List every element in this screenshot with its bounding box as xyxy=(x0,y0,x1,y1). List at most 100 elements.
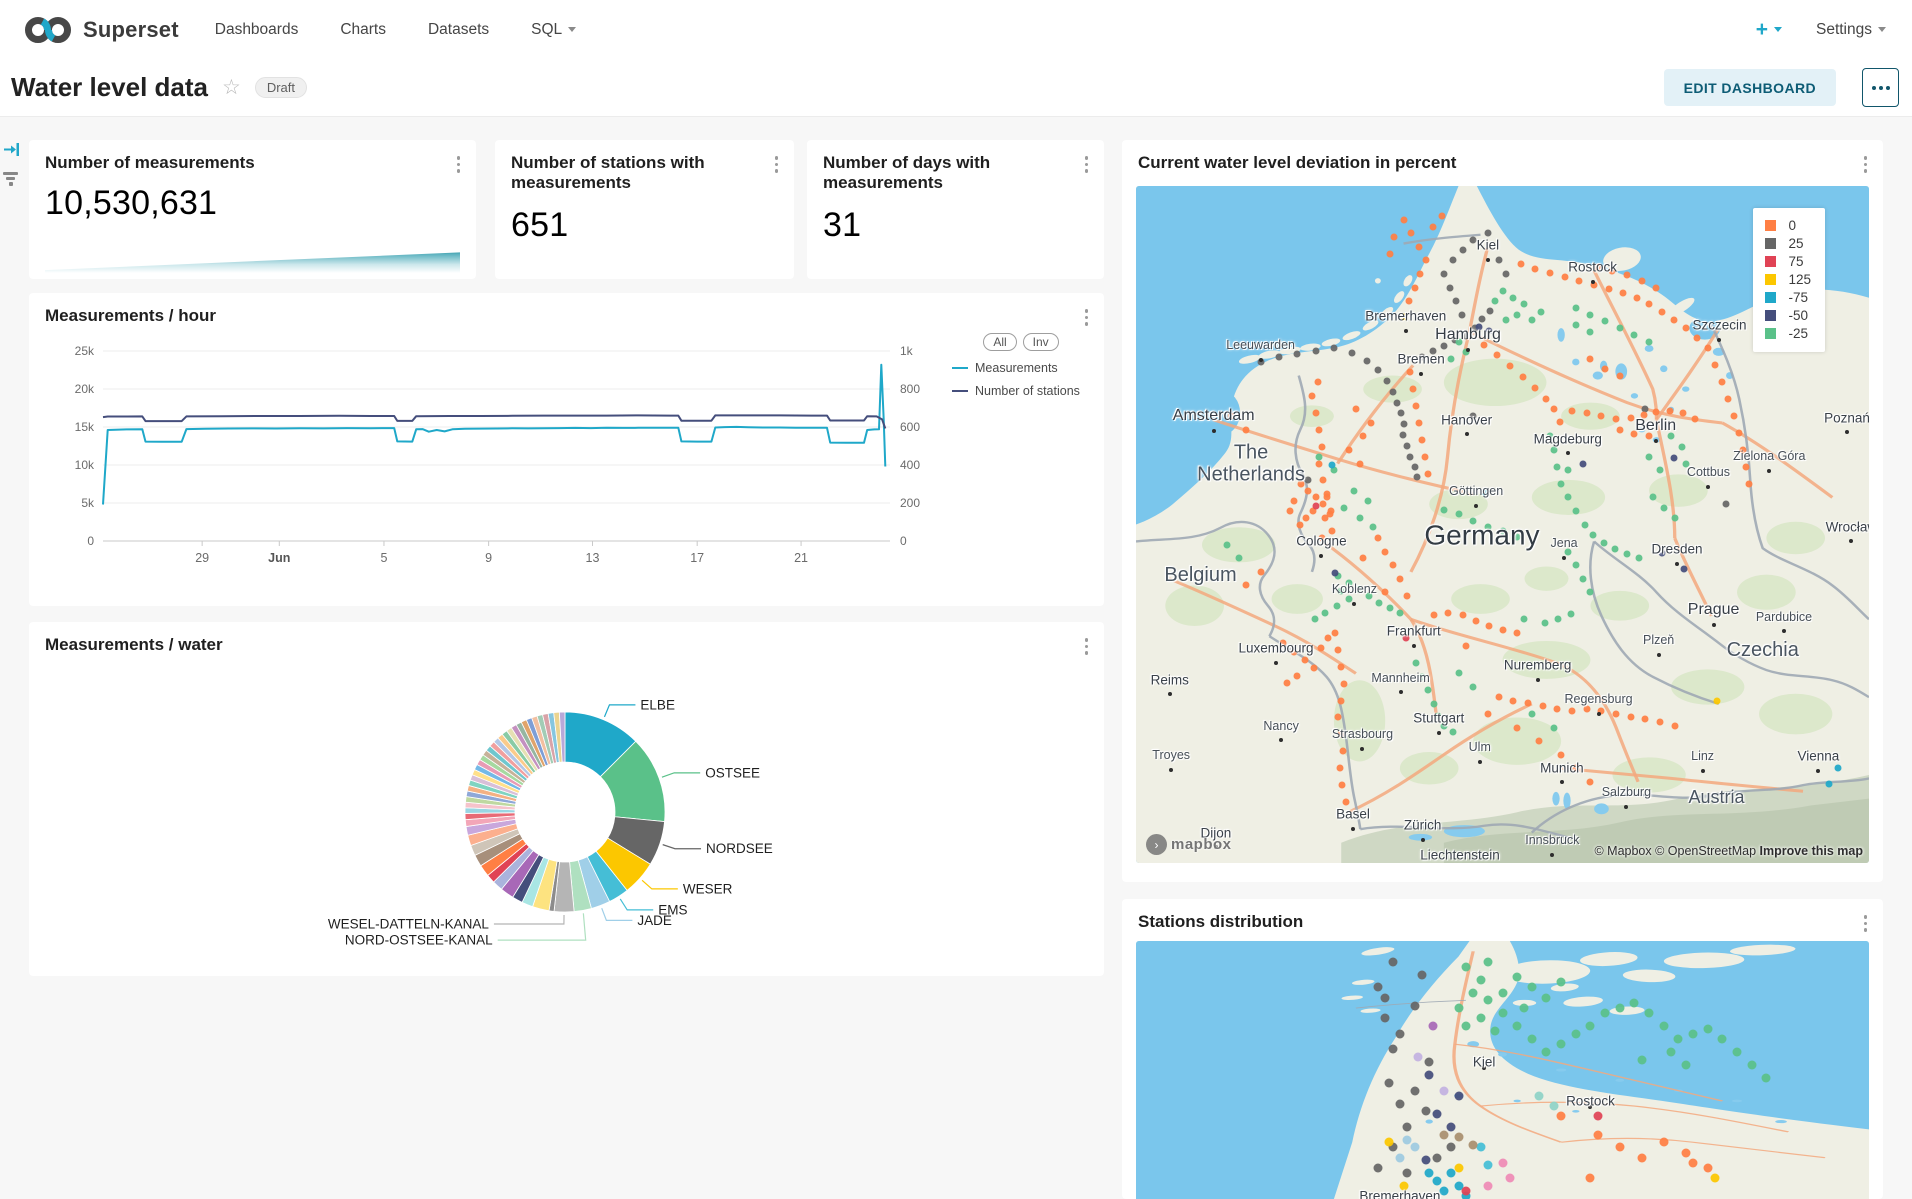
legend-item-number-of-stations[interactable]: Number of stations xyxy=(952,384,1090,398)
station-dot xyxy=(1659,549,1666,556)
card-menu-button[interactable] xyxy=(771,152,783,177)
station-dot xyxy=(1569,407,1576,414)
station-dot xyxy=(1583,705,1590,712)
station-dot xyxy=(1671,514,1678,521)
map-legend-item[interactable]: 125 xyxy=(1765,272,1811,287)
dashboard-header: Water level data ☆ Draft EDIT DASHBOARD xyxy=(0,59,1912,117)
svg-text:0: 0 xyxy=(87,534,94,548)
station-dot xyxy=(1399,432,1406,439)
station-dot xyxy=(1319,535,1326,542)
map-legend-item[interactable]: 75 xyxy=(1765,254,1811,269)
station-dot xyxy=(1440,271,1447,278)
donut-label: JADE xyxy=(637,913,672,928)
settings-menu[interactable]: Settings xyxy=(1816,21,1886,39)
map-legend-item[interactable]: -50 xyxy=(1765,308,1811,323)
stations-map[interactable]: KielRostockBremerhaven xyxy=(1136,941,1869,1199)
donut-label-leader xyxy=(663,845,701,849)
station-dot xyxy=(1703,1164,1712,1173)
card-menu-button[interactable] xyxy=(1081,305,1093,330)
station-dot xyxy=(1388,957,1397,966)
station-dot xyxy=(1396,609,1403,616)
station-dot xyxy=(1657,467,1664,474)
nav-datasets[interactable]: Datasets xyxy=(428,21,489,39)
nav-charts[interactable]: Charts xyxy=(340,21,386,39)
station-dot xyxy=(1413,660,1420,667)
station-dot xyxy=(1459,311,1466,318)
map-legend-item[interactable]: -75 xyxy=(1765,290,1811,305)
map-legend-item[interactable]: 0 xyxy=(1765,218,1811,233)
new-item-button[interactable]: + xyxy=(1756,18,1782,42)
expand-filter-bar-icon[interactable] xyxy=(3,142,20,162)
city-marker xyxy=(1465,432,1469,436)
map-legend-item[interactable]: -25 xyxy=(1765,326,1811,341)
deviation-map[interactable]: GermanyThe NetherlandsBelgiumCzechiaAust… xyxy=(1136,186,1869,863)
mapbox-logo[interactable]: ›mapbox xyxy=(1146,834,1232,855)
station-dot xyxy=(1554,705,1561,712)
station-dot xyxy=(1693,335,1700,342)
station-dot xyxy=(1565,548,1572,555)
city-marker xyxy=(1412,644,1416,648)
trend-sparkline xyxy=(45,249,460,273)
nav-sql[interactable]: SQL xyxy=(531,21,576,39)
more-actions-button[interactable] xyxy=(1862,68,1899,107)
station-dot xyxy=(1403,1169,1412,1178)
card-menu-button[interactable] xyxy=(1081,634,1093,659)
station-dot xyxy=(1586,1174,1595,1183)
station-dot xyxy=(1342,799,1349,806)
card-menu-button[interactable] xyxy=(1081,152,1093,177)
station-dot xyxy=(1576,277,1583,284)
station-dot xyxy=(1432,1109,1441,1118)
station-dot xyxy=(1637,1153,1646,1162)
station-dot xyxy=(1609,268,1616,275)
station-dot xyxy=(1733,1047,1742,1056)
station-dot xyxy=(1739,447,1746,454)
station-dot xyxy=(1635,555,1642,562)
legend-item-measurements[interactable]: Measurements xyxy=(952,361,1090,375)
station-dot xyxy=(1631,430,1638,437)
card-menu-button[interactable] xyxy=(1860,152,1872,177)
filter-icon[interactable] xyxy=(3,172,18,186)
city-marker xyxy=(1169,768,1173,772)
city-marker xyxy=(1706,485,1710,489)
svg-text:15k: 15k xyxy=(75,420,95,434)
favorite-star-icon[interactable]: ☆ xyxy=(222,75,241,100)
map-legend-item[interactable]: 25 xyxy=(1765,236,1811,251)
station-dot xyxy=(1418,436,1425,443)
city-marker xyxy=(1782,629,1786,633)
station-dot xyxy=(1316,426,1323,433)
station-dot xyxy=(1681,1060,1690,1069)
legend-swatch xyxy=(952,390,968,393)
station-dot xyxy=(1439,213,1446,220)
station-dot xyxy=(1521,616,1528,623)
legend-color-swatch xyxy=(1765,292,1776,303)
superset-logo[interactable]: Superset xyxy=(22,13,179,47)
station-dot xyxy=(1314,379,1321,386)
legend-all-button[interactable]: All xyxy=(983,333,1016,351)
city-marker xyxy=(1550,853,1554,857)
station-dot xyxy=(1311,616,1318,623)
station-dot xyxy=(1418,353,1425,360)
station-dot xyxy=(1449,729,1456,736)
station-dot xyxy=(1615,1143,1624,1152)
station-dot xyxy=(1449,257,1456,264)
station-dot xyxy=(1352,406,1359,413)
nav-dashboards[interactable]: Dashboards xyxy=(215,21,299,39)
station-dot xyxy=(1554,463,1561,470)
station-dot xyxy=(1363,357,1370,364)
station-dot xyxy=(1459,247,1466,254)
card-menu-button[interactable] xyxy=(453,152,465,177)
station-dot xyxy=(1587,589,1594,596)
donut-label: WESEL-DATTELN-KANAL xyxy=(328,916,490,931)
improve-map-link[interactable]: Improve this map xyxy=(1760,844,1864,858)
station-dot xyxy=(1454,1164,1463,1173)
card-menu-button[interactable] xyxy=(1860,911,1872,936)
station-dot xyxy=(1418,673,1425,680)
edit-dashboard-button[interactable]: EDIT DASHBOARD xyxy=(1664,69,1836,106)
station-dot xyxy=(1448,355,1455,362)
city-marker xyxy=(1168,692,1172,696)
legend-inv-button[interactable]: Inv xyxy=(1023,333,1059,351)
station-dot xyxy=(1430,700,1437,707)
station-dot xyxy=(1428,1022,1437,1031)
station-dot xyxy=(1395,1099,1404,1108)
legend-color-swatch xyxy=(1765,256,1776,267)
